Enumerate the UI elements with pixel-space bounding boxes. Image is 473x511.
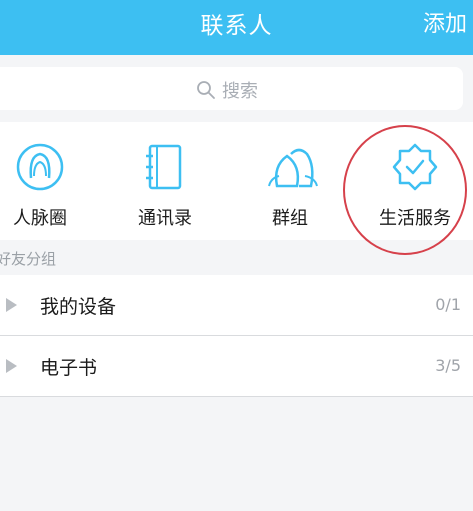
shortcut-row: 人脉圈 通讯录 群组 生活服务 — [0, 122, 473, 240]
contacts-circle-icon — [16, 143, 64, 191]
shortcut-groups[interactable]: 群组 — [235, 122, 345, 240]
group-row[interactable]: 电子书 3/5 — [0, 336, 473, 396]
group-icon — [268, 148, 318, 188]
row-divider — [0, 396, 473, 397]
group-count: 3/5 — [435, 356, 461, 375]
shortcut-life-services[interactable]: 生活服务 — [360, 122, 470, 240]
search-placeholder: 搜索 — [222, 81, 258, 102]
add-button[interactable]: 添加 — [423, 6, 467, 38]
shortcut-label: 人脉圈 — [13, 208, 67, 229]
shortcut-address-book[interactable]: 通讯录 — [110, 122, 220, 240]
top-bar: 联系人 添加 — [0, 0, 473, 55]
group-count: 0/1 — [435, 295, 461, 314]
group-name: 我的设备 — [40, 296, 117, 318]
shortcut-network[interactable]: 人脉圈 — [0, 122, 95, 240]
search-bar[interactable]: 搜索 — [0, 67, 463, 110]
address-book-icon — [146, 144, 182, 190]
shortcut-label: 群组 — [272, 208, 308, 229]
group-name: 电子书 — [40, 357, 98, 379]
search-icon — [197, 81, 215, 99]
expand-arrow-icon — [6, 359, 17, 373]
shortcut-label: 通讯录 — [138, 208, 192, 229]
group-row[interactable]: 我的设备 0/1 — [0, 275, 473, 335]
friends-section-header: 好友分组 — [0, 250, 57, 268]
shortcut-label: 生活服务 — [379, 208, 451, 229]
search-placeholder-wrap: 搜索 — [196, 77, 258, 103]
expand-arrow-icon — [6, 298, 17, 312]
badge-check-icon — [392, 143, 438, 191]
page-title: 联系人 — [200, 13, 273, 39]
